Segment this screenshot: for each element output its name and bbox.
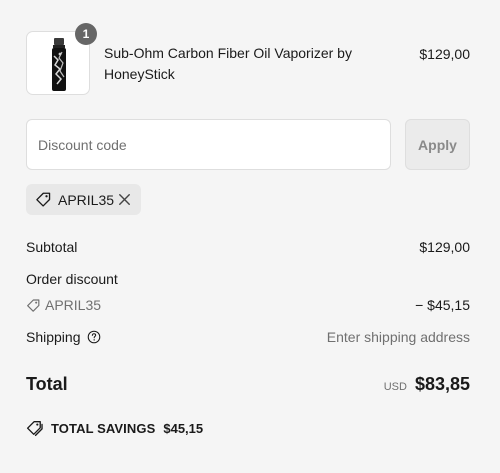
total-savings: TOTAL SAVINGS $45,15: [26, 418, 203, 438]
apply-discount-button[interactable]: Apply: [405, 119, 470, 170]
shipping-label: Shipping: [26, 329, 81, 345]
discount-code-input[interactable]: [26, 119, 391, 170]
total-savings-label: TOTAL SAVINGS: [51, 420, 156, 436]
subtotal-label: Subtotal: [26, 239, 78, 255]
product-name: Sub-Ohm Carbon Fiber Oil Vaporizer by Ho…: [104, 45, 352, 82]
order-summary: 1 Sub-Ohm Carbon Fiber Oil Vaporizer by …: [0, 0, 500, 473]
total-amount: $83,85: [414, 374, 470, 394]
subtotal-row: Subtotal $129,00: [26, 237, 470, 257]
applied-discount-code: APRIL35: [58, 191, 115, 208]
currency-code: USD: [383, 381, 407, 393]
tags-icon: [26, 421, 43, 437]
total-savings-amount: $45,15: [163, 420, 204, 436]
discount-amount: − $45,15: [415, 297, 470, 313]
total-row: Total USD $83,85: [26, 372, 470, 396]
applied-discount-chip: APRIL35: [26, 184, 141, 215]
product-price: $129,00: [419, 46, 470, 62]
subtotal-value: $129,00: [419, 239, 470, 255]
total-label: Total: [26, 374, 68, 394]
tag-icon: [36, 192, 51, 207]
order-discount-row: Order discount: [26, 269, 470, 289]
line-item: 1 Sub-Ohm Carbon Fiber Oil Vaporizer by …: [26, 23, 470, 95]
shipping-row: Shipping Enter shipping address: [26, 327, 470, 347]
discount-code-label: APRIL35: [45, 297, 102, 313]
tag-icon: [27, 298, 40, 312]
shipping-value: Enter shipping address: [326, 329, 470, 345]
discount-code-row: APRIL35 − $45,15: [26, 295, 470, 315]
order-discount-label: Order discount: [26, 271, 118, 287]
help-icon[interactable]: [87, 330, 101, 344]
close-icon[interactable]: [116, 191, 133, 208]
quantity-badge: 1: [75, 23, 97, 45]
